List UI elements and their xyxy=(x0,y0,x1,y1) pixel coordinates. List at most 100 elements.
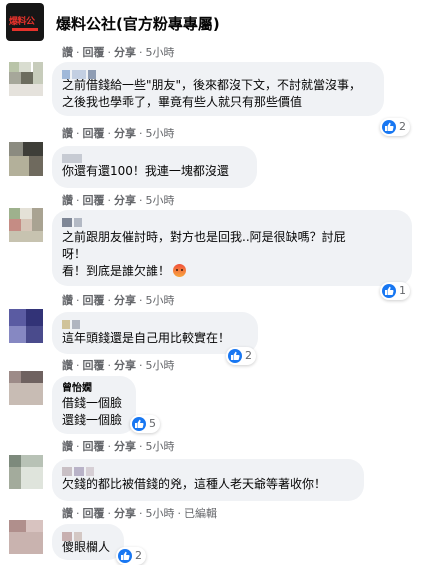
reply-button[interactable]: 回覆 xyxy=(83,359,105,372)
separator-dot: · xyxy=(76,440,80,453)
reaction-number: 2 xyxy=(399,120,406,133)
comment-bubble: 之前跟朋友催討時，對方也是回我..阿是很缺嗎？討屁 呀！ 看！到底是誰欠誰！ xyxy=(52,210,412,286)
comment-actions: 讚 · 回覆 · 分享 · 5小時 xyxy=(62,125,175,141)
separator-dot: · xyxy=(139,359,143,372)
comment-author[interactable]: 曾怡嫺 xyxy=(62,383,126,395)
share-button[interactable]: 分享 xyxy=(114,127,136,140)
comment-bubble: 你還有還100！我連一塊都沒還 xyxy=(52,146,257,188)
comment-bubble: 之前借錢給一些"朋友"，後來都沒下文，不討就當沒事， 之後我也學乖了，畢竟有些人… xyxy=(52,62,384,116)
reaction-number: 2 xyxy=(245,349,252,362)
share-button[interactable]: 分享 xyxy=(114,194,136,207)
avatar[interactable] xyxy=(9,309,43,343)
reaction-number: 1 xyxy=(399,284,406,297)
like-button[interactable]: 讚 xyxy=(62,294,73,307)
share-button[interactable]: 分享 xyxy=(114,359,136,372)
comment-timestamp[interactable]: 5小時 xyxy=(146,294,175,307)
comment-actions: 讚 · 回覆 · 分享 · 5小時 xyxy=(62,192,175,208)
comment-author[interactable] xyxy=(62,466,354,478)
reply-button[interactable]: 回覆 xyxy=(83,294,105,307)
separator-dot: · xyxy=(76,359,80,372)
separator-dot: · xyxy=(107,359,112,372)
separator-dot: · xyxy=(107,440,112,453)
separator-dot: · xyxy=(107,194,112,207)
like-icon xyxy=(118,549,132,563)
comment-author[interactable] xyxy=(62,217,402,229)
share-button[interactable]: 分享 xyxy=(114,46,136,59)
reply-button[interactable]: 回覆 xyxy=(83,507,105,520)
comment-text: 欠錢的都比被借錢的兇，這種人老天爺等著收你！ xyxy=(62,477,327,491)
reaction-count[interactable]: 5 xyxy=(130,415,160,433)
comment-actions: 讚 · 回覆 · 分享 · 5小時 · 已編輯 xyxy=(62,505,217,521)
separator-dot: · xyxy=(139,127,143,140)
comment-timestamp[interactable]: 5小時 xyxy=(146,46,175,59)
avatar[interactable] xyxy=(9,371,43,405)
like-button[interactable]: 讚 xyxy=(62,440,73,453)
comment-actions: 讚 · 回覆 · 分享 · 5小時 xyxy=(62,44,175,60)
separator-dot: · xyxy=(76,127,80,140)
like-button[interactable]: 讚 xyxy=(62,46,73,59)
comment-timestamp[interactable]: 5小時 xyxy=(146,359,175,372)
comment-text: 你還有還100！我連一塊都沒還 xyxy=(62,164,229,178)
reply-button[interactable]: 回覆 xyxy=(83,46,105,59)
comment-author[interactable] xyxy=(62,319,248,331)
comment-author[interactable] xyxy=(62,531,114,543)
reaction-count[interactable]: 2 xyxy=(116,547,146,565)
avatar[interactable] xyxy=(9,142,43,176)
comment-timestamp[interactable]: 5小時 xyxy=(146,127,175,140)
comment-bubble: 曾怡嫺 借錢一個臉 還錢一個臉 xyxy=(52,376,136,434)
like-button[interactable]: 讚 xyxy=(62,359,73,372)
comment-author[interactable] xyxy=(62,69,374,81)
comment-text: 這年頭錢還是自己用比較實在！ xyxy=(62,331,231,345)
reaction-count[interactable]: 2 xyxy=(380,118,410,136)
separator-dot: · xyxy=(139,46,143,59)
reaction-number: 2 xyxy=(135,549,142,562)
like-button[interactable]: 讚 xyxy=(62,507,73,520)
separator-dot: · xyxy=(107,46,112,59)
edited-label[interactable]: 已編輯 xyxy=(184,507,217,520)
separator-dot: · xyxy=(76,194,80,207)
like-button[interactable]: 讚 xyxy=(62,194,73,207)
comment-bubble: 傻眼欄人 xyxy=(52,524,124,560)
separator-dot: · xyxy=(76,507,80,520)
separator-dot: · xyxy=(139,194,143,207)
reaction-number: 5 xyxy=(149,417,156,430)
comment-timestamp[interactable]: 5小時 xyxy=(146,440,175,453)
like-button[interactable]: 讚 xyxy=(62,127,73,140)
reply-button[interactable]: 回覆 xyxy=(83,127,105,140)
separator-dot: · xyxy=(139,507,143,520)
separator-dot: · xyxy=(177,507,182,520)
avatar[interactable] xyxy=(9,62,43,96)
page-name[interactable]: 爆料公社(官方粉專專屬) xyxy=(56,13,220,34)
comment-actions: 讚 · 回覆 · 分享 · 5小時 xyxy=(62,438,175,454)
angry-emoji-icon xyxy=(173,264,187,277)
reply-button[interactable]: 回覆 xyxy=(83,194,105,207)
separator-dot: · xyxy=(139,294,143,307)
page-header: 爆料公 爆料公社(官方粉專專屬) xyxy=(0,0,447,44)
reply-button[interactable]: 回覆 xyxy=(83,440,105,453)
logo-text: 爆料公 xyxy=(9,17,35,27)
comment-text: 之前借錢給一些"朋友"，後來都沒下文，不討就當沒事， 之後我也學乖了，畢竟有些人… xyxy=(62,78,362,109)
share-button[interactable]: 分享 xyxy=(114,440,136,453)
page-logo[interactable]: 爆料公 xyxy=(6,3,44,41)
reaction-count[interactable]: 1 xyxy=(380,282,410,300)
share-button[interactable]: 分享 xyxy=(114,294,136,307)
separator-dot: · xyxy=(76,294,80,307)
like-icon xyxy=(228,349,242,363)
separator-dot: · xyxy=(107,127,112,140)
avatar[interactable] xyxy=(9,455,43,489)
comment-author[interactable] xyxy=(62,153,247,165)
like-icon xyxy=(132,417,146,431)
share-button[interactable]: 分享 xyxy=(114,507,136,520)
comment-timestamp[interactable]: 5小時 xyxy=(146,194,175,207)
reaction-count[interactable]: 2 xyxy=(226,347,256,365)
comment-timestamp[interactable]: 5小時 xyxy=(146,507,175,520)
logo-bar xyxy=(12,28,38,31)
avatar[interactable] xyxy=(9,520,43,554)
comment-text: 之前跟朋友催討時，對方也是回我..阿是很缺嗎？討屁 呀！ 看！到底是誰欠誰！ xyxy=(62,229,402,280)
like-icon xyxy=(382,284,396,298)
separator-dot: · xyxy=(107,507,112,520)
like-icon xyxy=(382,120,396,134)
comment-bubble: 欠錢的都比被借錢的兇，這種人老天爺等著收你！ xyxy=(52,459,364,501)
separator-dot: · xyxy=(139,440,143,453)
avatar[interactable] xyxy=(9,208,43,242)
